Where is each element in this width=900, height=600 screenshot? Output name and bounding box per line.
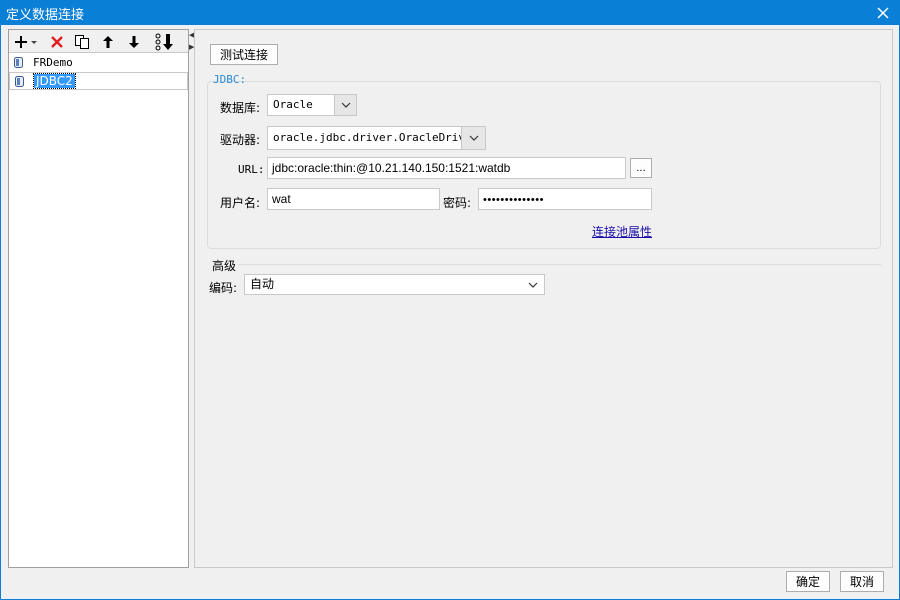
tree-item-frdemo[interactable]: FRDemo [9,54,188,72]
url-value: jdbc:oracle:thin:@10.21.140.150:1521:wat… [272,161,511,175]
copy-connection-button[interactable] [71,32,93,51]
username-input[interactable]: wat [267,188,440,210]
close-button[interactable] [866,0,900,25]
arrow-down-icon [129,35,139,48]
database-value: Oracle [273,98,313,111]
tree-item-label: JDBC2 [33,73,76,89]
cancel-label: 取消 [849,575,874,589]
sort-icon [155,33,173,50]
cancel-button[interactable]: 取消 [840,571,884,592]
advanced-section-title: 高级 [212,259,237,273]
delete-icon [51,35,63,48]
encoding-select[interactable]: 自动 [244,274,545,295]
username-value: wat [272,192,291,206]
pool-properties-link[interactable]: 连接池属性 [592,223,652,240]
encoding-dropdown-button[interactable] [522,275,544,294]
connection-list-panel: FRDemo JDBC2 [8,29,189,568]
database-label: 数据库: [220,101,261,115]
test-connection-label: 测试连接 [219,48,268,62]
ok-label: 确定 [795,575,820,589]
password-value: •••••••••••••• [483,194,544,206]
chevron-down-icon [341,102,350,108]
url-browse-label: ... [636,162,646,174]
driver-dropdown-button[interactable] [461,127,485,149]
delete-connection-button[interactable] [46,32,68,51]
connection-tree: FRDemo JDBC2 [9,54,188,90]
tree-item-jdbc2[interactable]: JDBC2 [9,72,188,90]
move-down-button[interactable] [123,32,145,51]
driver-value: oracle.jdbc.driver.OracleDriver [273,131,479,144]
url-label: URL: [238,163,265,176]
jdbc-group-label: JDBC: [213,73,247,86]
database-icon [15,76,24,87]
connection-toolbar [9,30,188,53]
add-connection-button[interactable] [13,32,39,51]
ok-button[interactable]: 确定 [786,571,830,592]
advanced-divider [239,264,881,265]
url-input[interactable]: jdbc:oracle:thin:@10.21.140.150:1521:wat… [267,157,626,179]
driver-label: 驱动器: [220,133,261,147]
username-label: 用户名: [220,196,261,210]
plus-icon [15,35,37,48]
close-icon [877,6,889,19]
copy-icon [75,34,89,49]
window-title: 定义数据连接 [6,8,85,23]
database-select[interactable]: Oracle [267,94,357,116]
dialog-body: FRDemo JDBC2 ◀ ▶ 测试连接 JDBC: 数据库: Oracle [0,25,900,600]
title-bar: 定义数据连接 [0,0,900,25]
password-input[interactable]: •••••••••••••• [478,188,652,210]
database-icon [14,57,23,68]
tree-item-label: FRDemo [33,56,73,69]
database-dropdown-button[interactable] [334,95,356,115]
connection-settings-panel: 测试连接 JDBC: 数据库: Oracle 驱动器: oracle.jdbc.… [194,29,893,568]
url-browse-button[interactable]: ... [630,158,652,178]
encoding-value: 自动 [250,277,275,291]
sort-button[interactable] [151,32,177,51]
arrow-up-icon [103,35,113,48]
move-up-button[interactable] [97,32,119,51]
password-label: 密码: [443,196,472,210]
chevron-down-icon [528,282,538,288]
encoding-label: 编码: [209,281,238,295]
test-connection-button[interactable]: 测试连接 [210,44,278,65]
chevron-down-icon [469,135,478,141]
driver-select[interactable]: oracle.jdbc.driver.OracleDriver [267,126,486,150]
